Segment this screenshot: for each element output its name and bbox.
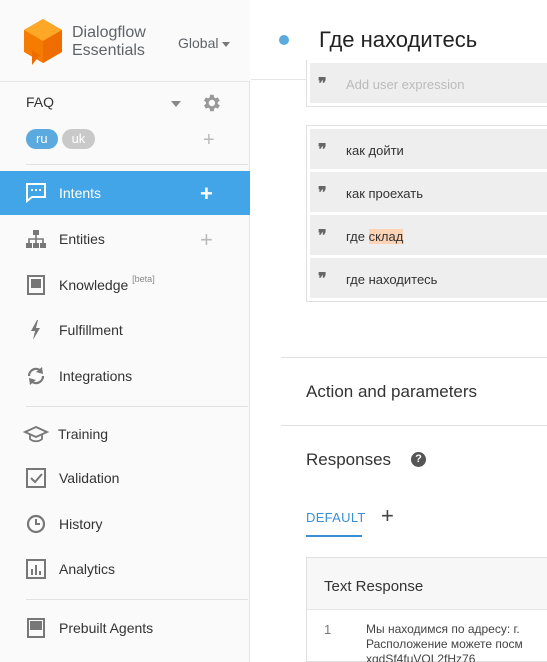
quote-icon: ❞ [318,269,327,288]
sidebar-item-training[interactable]: Training [0,412,250,456]
bar-chart-icon [26,559,46,579]
sidebar-item-knowledge[interactable]: Knowledge [beta] [0,263,250,307]
sidebar-item-history[interactable]: History [0,502,250,546]
quote-icon: ❞ [318,226,327,245]
training-phrase-input[interactable]: ❞ Add user expression [310,63,547,103]
divider [281,425,547,426]
sidebar-item-label: Prebuilt Agents [59,620,154,636]
add-intent-icon[interactable]: + [200,181,213,207]
language-chip-uk[interactable]: uk [61,129,96,149]
active-tab-indicator [306,535,362,537]
response-line: Мы находимся по адресу: г. [366,622,520,636]
region-selector[interactable]: Global [178,35,231,51]
chat-icon [26,183,46,203]
help-icon[interactable]: ? [411,452,426,467]
brand-line-2: Essentials [72,42,145,59]
agent-selector[interactable]: FAQ [26,94,226,114]
training-phrase-row[interactable]: ❞ где находитесь [310,258,547,298]
sidebar-item-analytics[interactable]: Analytics [0,547,250,591]
text-response-header: Text Response [307,558,547,610]
agent-name: FAQ [26,94,55,110]
sidebar-item-label: History [59,516,103,532]
sidebar-item-label: Analytics [59,561,116,577]
sidebar-item-label: Integrations [59,368,133,384]
sidebar-item-label: Intents [59,185,102,201]
sidebar-item-validation[interactable]: Validation [0,456,250,500]
chevron-down-icon [222,41,231,47]
response-line: Расположение можете посм [366,637,523,651]
sidebar: Dialogflow Essentials Global FAQ ru uk + … [0,0,250,662]
gear-icon[interactable] [200,92,222,114]
sidebar-item-label: Entities [59,231,105,247]
sidebar-item-label: Fulfillment [59,322,123,338]
response-text-input[interactable]: Мы находимся по адресу: г. Расположение … [366,622,547,662]
response-row-number: 1 [324,622,332,637]
sidebar-item-entities[interactable]: Entities + [0,217,250,261]
bookmark-book-icon [27,618,45,638]
text-response-card: Text Response 1 Мы находимся по адресу: … [306,557,547,662]
response-line: xqdSf4fuVOL2fHz76 [366,652,476,662]
training-phrase-list: ❞ как дойти ❞ как проехать ❞ где склад ❞… [306,125,547,302]
responses-header: Responses [306,450,392,469]
sidebar-item-fulfillment[interactable]: Fulfillment [0,308,250,352]
add-entity-icon[interactable]: + [200,227,213,253]
phrase-text: где находитесь [346,272,438,287]
sitemap-icon [26,230,46,248]
phrase-text: как дойти [346,143,404,158]
training-phrase-row[interactable]: ❞ где склад [310,215,547,255]
dialogflow-logo-icon [24,19,62,65]
sync-icon [27,367,45,385]
region-label: Global [178,35,219,51]
training-phrase-row[interactable]: ❞ как дойти [310,129,547,169]
training-phrase-placeholder: Add user expression [346,77,465,92]
sidebar-item-intents[interactable]: Intents + [0,171,250,215]
book-icon [27,275,45,295]
sidebar-item-integrations[interactable]: Integrations [0,354,250,398]
quote-icon: ❞ [318,183,327,202]
training-phrase-row[interactable]: ❞ как проехать [310,172,547,212]
tab-default[interactable]: DEFAULT [306,510,366,525]
graduation-cap-icon [23,426,49,443]
checkbox-icon [26,468,46,488]
brand-header: Dialogflow Essentials Global [0,0,250,82]
sidebar-item-label: Training [58,426,109,442]
divider [26,164,248,165]
add-tab-icon[interactable]: + [381,503,394,529]
language-list: ru uk [26,129,99,149]
divider [26,599,248,600]
phrase-text: где [346,229,369,244]
entity-annotation[interactable]: склад [368,229,404,244]
training-phrase-input-box: ❞ Add user expression [306,60,547,107]
divider [281,357,547,358]
sidebar-item-label: Validation [59,470,120,486]
sidebar-item-label: Knowledge [59,277,129,293]
lightning-icon [31,320,40,340]
phrase-text: как проехать [346,186,423,201]
quote-icon: ❞ [318,140,327,159]
brand-line-1: Dialogflow [72,24,146,41]
chevron-down-icon[interactable] [171,101,181,107]
beta-badge: [beta] [132,274,155,284]
text-response-title: Text Response [324,578,424,595]
action-parameters-header[interactable]: Action and parameters [306,382,477,402]
clock-icon [26,514,46,534]
divider [26,406,248,407]
add-language-icon[interactable]: + [203,130,215,150]
language-chip-ru[interactable]: ru [26,129,58,149]
sidebar-item-prebuilt-agents[interactable]: Prebuilt Agents [0,606,250,650]
quote-icon: ❞ [318,74,327,93]
